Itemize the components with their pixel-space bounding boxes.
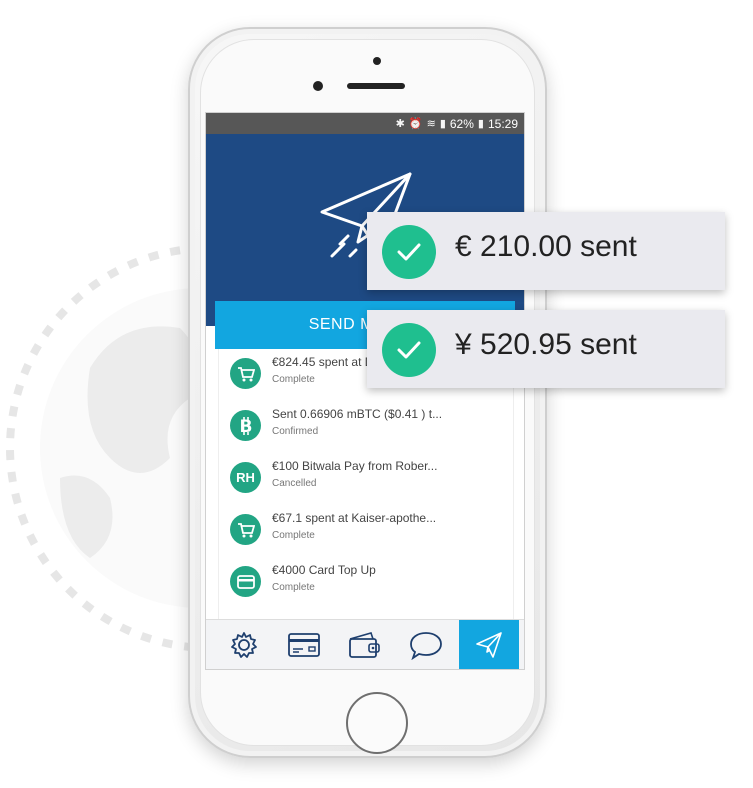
signal-icon: ▮ xyxy=(439,118,446,130)
check-icon xyxy=(382,225,436,279)
app-screen: ✱ ⏰ ≋ ▮ 62% ▮ 15:29 SEND MONEY €824.45 s… xyxy=(205,112,525,670)
transaction-title: Sent 0.66906 mBTC ($0.41 ) t... xyxy=(272,407,443,421)
home-button[interactable] xyxy=(346,692,408,754)
transaction-row[interactable]: €4000 Card Top Up Complete xyxy=(219,557,513,609)
transaction-list: €824.45 spent at Dosenbach Complete B Se… xyxy=(218,349,514,619)
alarm-icon: ⏰ xyxy=(408,118,423,130)
tab-settings[interactable] xyxy=(214,620,274,669)
tab-send[interactable] xyxy=(459,620,519,669)
proximity-sensor xyxy=(373,57,381,65)
tab-wallet[interactable] xyxy=(334,620,394,669)
transaction-status: Complete xyxy=(272,582,315,593)
chat-icon xyxy=(410,632,442,660)
sent-notification: € 210.00 sent xyxy=(367,212,725,290)
transaction-status: Complete xyxy=(272,374,315,385)
transaction-status: Confirmed xyxy=(272,426,319,437)
tab-bar xyxy=(206,619,524,669)
transaction-row[interactable]: RH €100 Bitwala Pay from Rober... Cancel… xyxy=(219,453,513,505)
bitcoin-icon: B xyxy=(230,410,261,441)
bluetooth-icon: ✱ xyxy=(395,118,405,130)
wallet-icon xyxy=(349,632,380,658)
card-icon xyxy=(288,633,320,657)
paper-plane-icon xyxy=(476,632,502,658)
card-icon xyxy=(230,566,261,597)
transaction-title: €67.1 spent at Kaiser-apothe... xyxy=(272,511,437,525)
status-bar: ✱ ⏰ ≋ ▮ 62% ▮ 15:29 xyxy=(206,113,524,134)
check-icon xyxy=(382,323,436,377)
svg-text:B: B xyxy=(239,417,252,436)
battery-icon: ▮ xyxy=(477,118,484,130)
cart-icon xyxy=(230,514,261,545)
notification-message: € 210.00 sent xyxy=(455,230,637,263)
battery-percentage: 62% xyxy=(449,116,474,131)
wifi-icon: ≋ xyxy=(426,118,436,130)
earpiece-speaker xyxy=(347,83,405,89)
transaction-row[interactable]: B Sent 0.66906 mBTC ($0.41 ) t... Confir… xyxy=(219,401,513,453)
tab-chat[interactable] xyxy=(396,620,456,669)
transaction-row[interactable]: €67.1 spent at Kaiser-apothe... Complete xyxy=(219,505,513,557)
transaction-status: Cancelled xyxy=(272,478,317,489)
gear-icon xyxy=(231,632,257,658)
transaction-status: Complete xyxy=(272,530,315,541)
front-camera xyxy=(313,81,323,91)
tab-cards[interactable] xyxy=(274,620,334,669)
transaction-title: €100 Bitwala Pay from Rober... xyxy=(272,459,438,473)
transaction-title: €4000 Card Top Up xyxy=(272,563,376,577)
initials-avatar: RH xyxy=(230,462,261,493)
sent-notification: ¥ 520.95 sent xyxy=(367,310,725,388)
notification-message: ¥ 520.95 sent xyxy=(455,328,637,361)
cart-icon xyxy=(230,358,261,389)
status-time: 15:29 xyxy=(487,116,518,131)
